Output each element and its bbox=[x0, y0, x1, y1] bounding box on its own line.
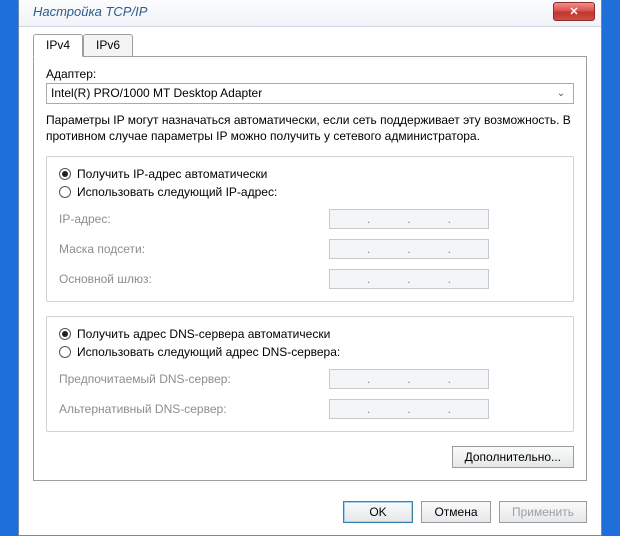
adapter-select[interactable]: Intel(R) PRO/1000 MT Desktop Adapter ⌄ bbox=[46, 83, 574, 104]
alt-dns-row: Альтернативный DNS-сервер: bbox=[59, 399, 561, 419]
titlebar: Настройка TCP/IP ✕ bbox=[19, 0, 601, 27]
cancel-button-label: Отмена bbox=[434, 505, 477, 519]
tab-ipv6-label: IPv6 bbox=[96, 38, 120, 52]
ip-address-input[interactable] bbox=[329, 209, 489, 229]
dns-group: Получить адрес DNS-сервера автоматически… bbox=[46, 316, 574, 432]
tab-ipv6[interactable]: IPv6 bbox=[83, 34, 133, 57]
alt-dns-label: Альтернативный DNS-сервер: bbox=[59, 402, 329, 416]
dialog-buttons: OK Отмена Применить bbox=[19, 491, 601, 535]
advanced-button[interactable]: Дополнительно... bbox=[452, 446, 574, 468]
pref-dns-row: Предпочитаемый DNS-сервер: bbox=[59, 369, 561, 389]
adapter-select-value: Intel(R) PRO/1000 MT Desktop Adapter bbox=[51, 86, 262, 100]
ip-address-label: IP-адрес: bbox=[59, 212, 329, 226]
gateway-label: Основной шлюз: bbox=[59, 272, 329, 286]
radio-icon bbox=[59, 346, 71, 358]
advanced-row: Дополнительно... bbox=[46, 446, 574, 468]
apply-button-label: Применить bbox=[512, 505, 574, 519]
alt-dns-input[interactable] bbox=[329, 399, 489, 419]
cancel-button[interactable]: Отмена bbox=[421, 501, 491, 523]
close-icon: ✕ bbox=[569, 5, 578, 18]
subnet-mask-label: Маска подсети: bbox=[59, 242, 329, 256]
advanced-button-label: Дополнительно... bbox=[465, 450, 561, 464]
radio-ip-manual-label: Использовать следующий IP-адрес: bbox=[77, 185, 277, 199]
radio-ip-manual[interactable]: Использовать следующий IP-адрес: bbox=[59, 185, 561, 199]
subnet-mask-input[interactable] bbox=[329, 239, 489, 259]
radio-dns-auto-label: Получить адрес DNS-сервера автоматически bbox=[77, 327, 330, 341]
tab-ipv4[interactable]: IPv4 bbox=[33, 34, 83, 57]
adapter-label: Адаптер: bbox=[46, 67, 574, 81]
client-area: IPv4 IPv6 Адаптер: Intel(R) PRO/1000 MT … bbox=[19, 27, 601, 491]
gateway-row: Основной шлюз: bbox=[59, 269, 561, 289]
radio-ip-auto[interactable]: Получить IP-адрес автоматически bbox=[59, 167, 561, 181]
pref-dns-label: Предпочитаемый DNS-сервер: bbox=[59, 372, 329, 386]
radio-dns-manual-label: Использовать следующий адрес DNS-сервера… bbox=[77, 345, 340, 359]
apply-button[interactable]: Применить bbox=[499, 501, 587, 523]
tabpanel-ipv4: Адаптер: Intel(R) PRO/1000 MT Desktop Ad… bbox=[33, 56, 587, 481]
tabstrip: IPv4 IPv6 bbox=[33, 34, 587, 57]
radio-icon bbox=[59, 186, 71, 198]
pref-dns-input[interactable] bbox=[329, 369, 489, 389]
ok-button[interactable]: OK bbox=[343, 501, 413, 523]
radio-dns-manual[interactable]: Использовать следующий адрес DNS-сервера… bbox=[59, 345, 561, 359]
ok-button-label: OK bbox=[369, 505, 386, 519]
info-text: Параметры IP могут назначаться автоматич… bbox=[46, 112, 574, 144]
chevron-down-icon: ⌄ bbox=[553, 88, 569, 99]
radio-ip-auto-label: Получить IP-адрес автоматически bbox=[77, 167, 267, 181]
radio-icon bbox=[59, 168, 71, 180]
ip-address-row: IP-адрес: bbox=[59, 209, 561, 229]
tab-ipv4-label: IPv4 bbox=[46, 38, 70, 52]
ip-group: Получить IP-адрес автоматически Использо… bbox=[46, 156, 574, 302]
radio-icon bbox=[59, 328, 71, 340]
gateway-input[interactable] bbox=[329, 269, 489, 289]
subnet-mask-row: Маска подсети: bbox=[59, 239, 561, 259]
radio-dns-auto[interactable]: Получить адрес DNS-сервера автоматически bbox=[59, 327, 561, 341]
window-title: Настройка TCP/IP bbox=[33, 4, 147, 19]
tcpip-settings-window: Настройка TCP/IP ✕ IPv4 IPv6 Адаптер: In… bbox=[18, 0, 602, 536]
close-button[interactable]: ✕ bbox=[553, 2, 595, 21]
